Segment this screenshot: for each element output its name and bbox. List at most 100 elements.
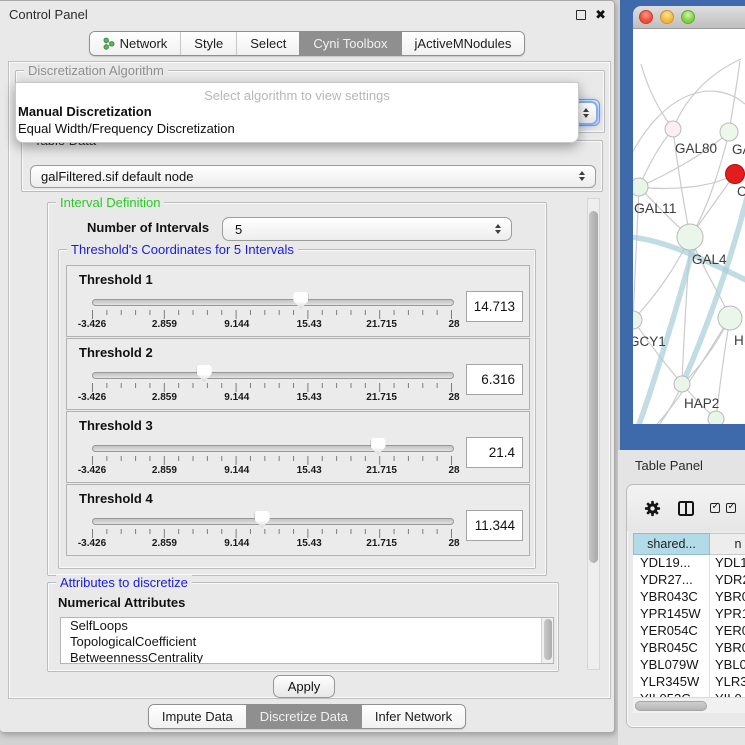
network-node[interactable] bbox=[708, 411, 724, 424]
thresholds-group: Threshold's Coordinates for 5 Intervals … bbox=[58, 249, 536, 569]
close-window-icon[interactable]: ✖ bbox=[595, 10, 606, 20]
table-row[interactable]: YBL079WYBL0 bbox=[633, 657, 745, 674]
tab-infer-network[interactable]: Infer Network bbox=[361, 705, 465, 728]
scrollbar-thumb[interactable] bbox=[635, 701, 707, 711]
network-node[interactable] bbox=[665, 121, 681, 137]
mac-zoom-icon[interactable] bbox=[681, 10, 695, 24]
network-node[interactable] bbox=[633, 178, 648, 196]
network-window-titlebar[interactable] bbox=[633, 6, 745, 29]
threshold-value-field[interactable]: 21.4 bbox=[466, 437, 523, 468]
network-node[interactable] bbox=[677, 224, 703, 250]
thresholds-group-label: Threshold's Coordinates for 5 Intervals bbox=[67, 242, 298, 257]
network-node[interactable] bbox=[726, 165, 745, 184]
table-row[interactable]: YPR145WYPR1 bbox=[633, 606, 745, 623]
scrollbar-thumb[interactable] bbox=[544, 619, 552, 660]
tab-discretize-data[interactable]: Discretize Data bbox=[246, 705, 361, 728]
popup-item-equal-width-frequency[interactable]: Equal Width/Frequency Discretization bbox=[16, 120, 578, 137]
tick-label: 9.144 bbox=[224, 319, 249, 330]
threshold-slider-track[interactable] bbox=[92, 445, 454, 452]
tick-label: -3.426 bbox=[78, 319, 106, 330]
threshold-value-field[interactable]: 6.316 bbox=[466, 364, 523, 395]
checkbox-icon[interactable] bbox=[726, 503, 736, 513]
popup-item-manual-discretization[interactable]: Manual Discretization bbox=[16, 103, 578, 120]
threshold-list: Threshold 1-3.4262.8599.14415.4321.71528… bbox=[66, 265, 530, 557]
threshold-value-field[interactable]: 14.713 bbox=[466, 291, 523, 322]
table-data-select[interactable]: galFiltered.sif default node bbox=[30, 165, 596, 188]
network-node[interactable] bbox=[718, 306, 742, 330]
threshold-label: Threshold 2 bbox=[79, 345, 153, 360]
threshold-label: Threshold 1 bbox=[79, 272, 153, 287]
threshold-label: Threshold 4 bbox=[79, 491, 153, 506]
slider-ticks bbox=[91, 310, 453, 320]
threshold-slider-track[interactable] bbox=[92, 372, 454, 379]
checkbox-icon[interactable] bbox=[710, 503, 720, 513]
control-panel-window: Control Panel ✖ NetworkStyleSelectCyni T… bbox=[0, 0, 615, 733]
gear-icon[interactable] bbox=[643, 499, 662, 518]
column-header-name[interactable]: n bbox=[710, 533, 745, 555]
table-row[interactable]: YER054CYER0 bbox=[633, 623, 745, 640]
table-row[interactable]: YBR043CYBR0 bbox=[633, 589, 745, 606]
number-of-intervals-spinner[interactable]: 5 bbox=[222, 217, 512, 241]
table-hscrollbar[interactable] bbox=[633, 697, 745, 713]
slider-thumb-icon[interactable] bbox=[197, 365, 212, 382]
table-row[interactable]: YBR045CYBR0 bbox=[633, 640, 745, 657]
control-panel-title: Control Panel bbox=[9, 7, 88, 22]
tick-label: 21.715 bbox=[366, 538, 397, 549]
tab-jactivemnodules[interactable]: jActiveMNodules bbox=[401, 32, 525, 55]
network-node-label: GAL4 bbox=[692, 252, 727, 267]
tick-label: 28 bbox=[448, 465, 459, 476]
threshold-slider-track[interactable] bbox=[92, 299, 454, 306]
combo-stepper-icon[interactable] bbox=[576, 103, 596, 123]
network-node[interactable] bbox=[674, 376, 690, 392]
scrollbar-thumb[interactable] bbox=[589, 211, 598, 563]
threshold-slider-track[interactable] bbox=[92, 518, 454, 525]
network-edge-highlighted bbox=[680, 194, 745, 389]
tick-label: 28 bbox=[448, 538, 459, 549]
threshold-value-field[interactable]: 11.344 bbox=[466, 510, 523, 541]
numerical-attributes-label: Numerical Attributes bbox=[58, 595, 185, 610]
table-panel: Table Panel bbox=[618, 450, 745, 745]
slider-thumb-icon[interactable] bbox=[371, 438, 386, 455]
combo-stepper-icon[interactable] bbox=[572, 168, 592, 185]
table-panel-title: Table Panel bbox=[618, 450, 745, 473]
attribute-list-item[interactable]: SelfLoops bbox=[61, 618, 553, 634]
spinner-stepper-icon[interactable] bbox=[488, 220, 508, 238]
table-row[interactable]: YDR27...YDR2 bbox=[633, 572, 745, 589]
threshold-panel: Threshold 3-3.4262.8599.14415.4321.71528… bbox=[66, 411, 530, 483]
tick-label: -3.426 bbox=[78, 538, 106, 549]
numerical-attributes-list[interactable]: SelfLoopsTopologicalCoefficientBetweenne… bbox=[60, 617, 554, 664]
control-panel-titlebar: Control Panel ✖ bbox=[0, 1, 614, 29]
slider-thumb-icon[interactable] bbox=[255, 511, 270, 528]
tab-network[interactable]: Network bbox=[90, 32, 181, 55]
network-canvas[interactable]: GAL80GACGAL11GAL4GCY1HHAP2 bbox=[633, 29, 745, 424]
tab-style[interactable]: Style bbox=[180, 32, 236, 55]
attribute-list-item[interactable]: BetweennessCentrality bbox=[61, 650, 553, 664]
mac-close-icon[interactable] bbox=[639, 10, 653, 24]
column-header-shared-name[interactable]: shared... bbox=[633, 533, 710, 555]
network-node-label: HAP2 bbox=[684, 396, 719, 411]
slider-thumb-icon[interactable] bbox=[293, 292, 308, 309]
apply-button[interactable]: Apply bbox=[273, 675, 335, 698]
tab-impute-data[interactable]: Impute Data bbox=[149, 705, 246, 728]
top-tab-bar: NetworkStyleSelectCyni ToolboxjActiveMNo… bbox=[0, 31, 614, 56]
float-window-icon[interactable] bbox=[576, 10, 586, 20]
table-row[interactable]: YDL19...YDL1 bbox=[633, 555, 745, 572]
threshold-label: Threshold 3 bbox=[79, 418, 153, 433]
tick-label: 28 bbox=[448, 319, 459, 330]
network-node-label: GA bbox=[732, 142, 745, 157]
table-data-group: Table Data galFiltered.sif default node bbox=[21, 140, 603, 192]
split-columns-icon[interactable] bbox=[678, 501, 694, 516]
network-node[interactable] bbox=[720, 123, 738, 141]
attributes-group-label: Attributes to discretize bbox=[56, 575, 192, 590]
tab-select[interactable]: Select bbox=[236, 32, 299, 55]
network-icon bbox=[103, 37, 115, 50]
mac-minimize-icon[interactable] bbox=[660, 10, 674, 24]
settings-scrollbar[interactable] bbox=[587, 198, 600, 670]
tab-cyni-toolbox[interactable]: Cyni Toolbox bbox=[299, 32, 400, 55]
discretization-algorithm-label: Discretization Algorithm bbox=[24, 63, 168, 78]
attribute-list-item[interactable]: TopologicalCoefficient bbox=[61, 634, 553, 650]
attributes-scrollbar[interactable] bbox=[541, 618, 553, 663]
table-row[interactable]: YLR345WYLR3 bbox=[633, 674, 745, 691]
network-node[interactable] bbox=[633, 311, 642, 329]
network-view-window: GAL80GACGAL11GAL4GCY1HHAP2 bbox=[620, 0, 745, 450]
